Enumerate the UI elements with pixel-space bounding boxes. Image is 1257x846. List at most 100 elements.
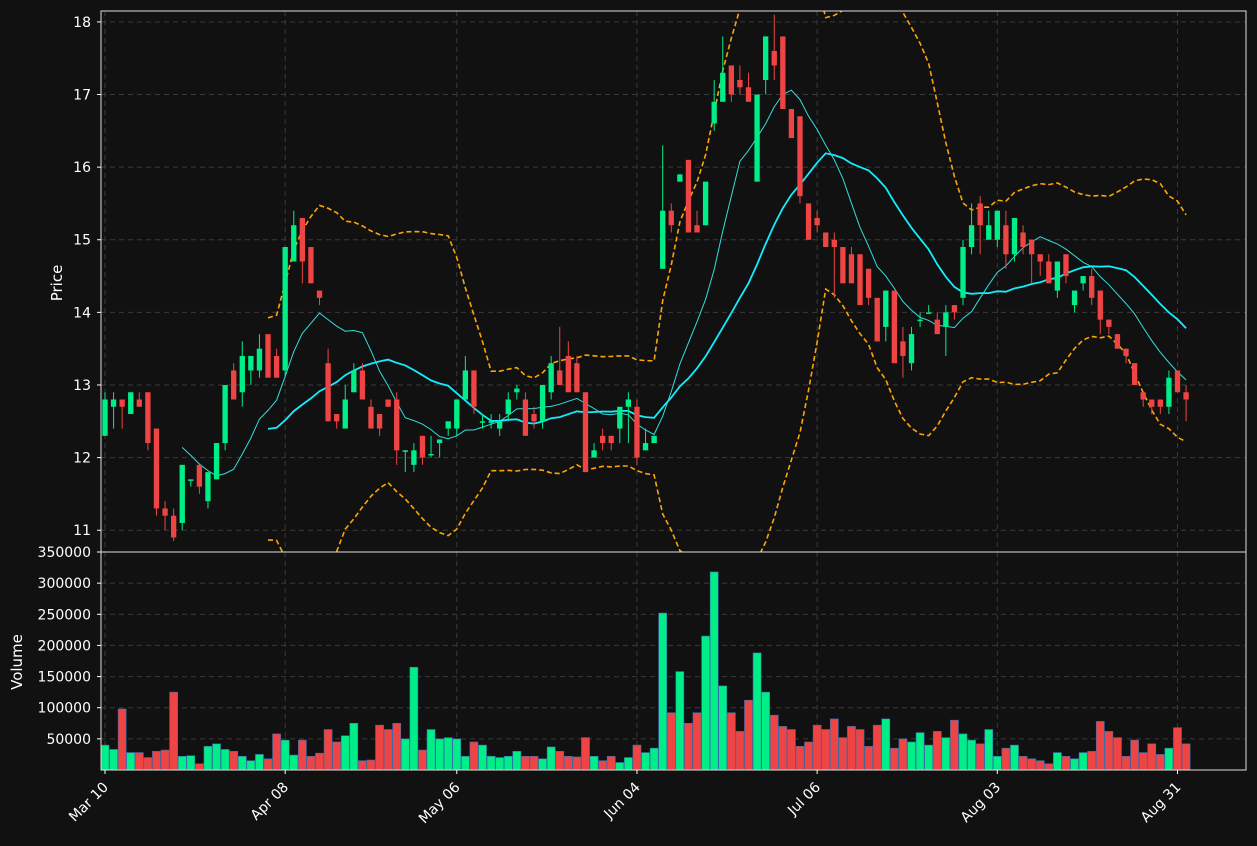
volume-bar bbox=[323, 729, 333, 771]
candle-body bbox=[213, 443, 220, 480]
volume-bar bbox=[1010, 744, 1019, 771]
candle-body bbox=[574, 363, 580, 393]
candle-body bbox=[153, 428, 160, 509]
candle-body bbox=[728, 65, 734, 95]
candle-body bbox=[1054, 261, 1061, 291]
volume-bar bbox=[400, 738, 410, 771]
volume-bar bbox=[375, 724, 384, 771]
candle-body bbox=[1123, 348, 1129, 356]
candle-body bbox=[359, 370, 366, 400]
candle-body bbox=[934, 319, 940, 335]
candle-body bbox=[334, 414, 340, 422]
candle-body bbox=[1089, 276, 1095, 298]
candle-body bbox=[702, 181, 709, 226]
candle-body bbox=[874, 297, 880, 342]
price-axis-label: Price bbox=[48, 265, 66, 302]
candle-body bbox=[471, 370, 477, 407]
candle-body bbox=[771, 50, 777, 66]
volume-tick-label: 250000 bbox=[38, 607, 91, 623]
volume-tick-label: 200000 bbox=[38, 638, 91, 654]
volume-bar bbox=[349, 722, 359, 771]
candle-body bbox=[1003, 225, 1009, 255]
volume-bar bbox=[821, 729, 831, 771]
candle-body bbox=[488, 421, 494, 423]
candle-body bbox=[419, 435, 426, 458]
volume-bar bbox=[718, 685, 728, 771]
candle-body bbox=[943, 312, 949, 327]
candle-body bbox=[102, 399, 108, 436]
candle-body bbox=[840, 247, 846, 284]
volume-tick-label: 300000 bbox=[38, 576, 91, 592]
volume-bar bbox=[615, 762, 625, 771]
date-ticks: Mar 10 Apr 08 May 06 Jun 04 Jul 06 Aug 03 Aug … bbox=[66, 770, 1184, 827]
volume-bar bbox=[143, 757, 153, 771]
candle-body bbox=[582, 392, 589, 473]
volume-bar bbox=[383, 729, 393, 771]
candle-body bbox=[1028, 239, 1035, 255]
volume-bar bbox=[735, 731, 745, 771]
volume-bar bbox=[675, 671, 685, 771]
candle-body bbox=[968, 225, 975, 248]
volume-bar bbox=[212, 743, 221, 771]
volume-ticks: 50000 100000 150000 200000 250000 300000 35000… bbox=[38, 545, 101, 748]
volume-bar bbox=[709, 571, 719, 771]
volume-bar bbox=[126, 752, 136, 771]
candle-body bbox=[711, 101, 717, 124]
candle-body bbox=[599, 435, 606, 444]
candle-body bbox=[694, 225, 700, 233]
candle-body bbox=[565, 355, 571, 393]
volume-bar bbox=[195, 763, 204, 771]
candle-body bbox=[205, 472, 211, 502]
volume-bar bbox=[898, 738, 908, 771]
candle-body bbox=[625, 399, 632, 407]
price-ticks: 11 12 13 14 15 16 17 18 bbox=[73, 15, 101, 539]
candle-body bbox=[539, 384, 546, 422]
volume-bar bbox=[280, 739, 290, 771]
chart-stage: 11 12 13 14 15 16 17 18 50000 100000 150000 200000… bbox=[0, 0, 1257, 842]
candle-body bbox=[900, 341, 906, 356]
volume-bar bbox=[555, 751, 565, 771]
candle-body bbox=[986, 225, 992, 240]
candle-body bbox=[479, 421, 486, 423]
volume-bar bbox=[392, 722, 402, 771]
volume-bar bbox=[315, 752, 324, 771]
volume-bar bbox=[289, 754, 299, 771]
candle-body bbox=[668, 210, 674, 226]
candle-body bbox=[342, 399, 348, 429]
volume-bar bbox=[1130, 739, 1139, 771]
candle-body bbox=[385, 399, 391, 407]
volume-bar bbox=[1121, 755, 1131, 771]
volume-bar bbox=[486, 755, 496, 771]
candle-body bbox=[891, 290, 898, 364]
candle-body bbox=[1183, 392, 1189, 400]
candle-body bbox=[1166, 377, 1172, 407]
volume-bar bbox=[881, 718, 891, 771]
volume-bar bbox=[744, 699, 753, 771]
volume-bar bbox=[804, 741, 813, 771]
candle-body bbox=[179, 464, 185, 523]
volume-bar bbox=[975, 743, 985, 771]
date-tick-label: Mar 10 bbox=[66, 780, 112, 826]
volume-bar bbox=[332, 741, 341, 771]
volume-bar bbox=[426, 729, 436, 771]
volume-bar bbox=[563, 755, 573, 771]
candle-body bbox=[188, 479, 194, 481]
candle-body bbox=[548, 363, 554, 393]
volume-bar bbox=[950, 719, 959, 771]
price-tick-label: 15 bbox=[73, 233, 91, 249]
date-tick-label: May 06 bbox=[416, 779, 464, 827]
volume-bar bbox=[512, 751, 522, 771]
candle-body bbox=[1063, 254, 1069, 277]
volume-bar bbox=[666, 712, 676, 771]
candle-body bbox=[162, 508, 168, 516]
volume-bar bbox=[752, 652, 762, 771]
candle-body bbox=[883, 290, 889, 327]
price-tick-label: 11 bbox=[73, 523, 91, 539]
volume-bar bbox=[452, 738, 462, 771]
volume-bar bbox=[177, 755, 187, 771]
volume-bar bbox=[907, 741, 916, 771]
volume-bar bbox=[469, 741, 479, 771]
candle-body bbox=[402, 450, 408, 452]
candle-body bbox=[462, 370, 469, 400]
price-panel-bg bbox=[101, 11, 1246, 552]
